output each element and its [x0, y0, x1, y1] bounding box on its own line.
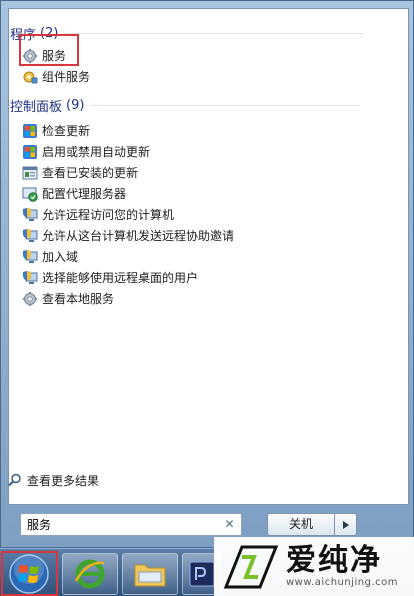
shutdown-options-button[interactable] [335, 513, 357, 536]
start-search-box[interactable]: ✕ [20, 513, 242, 536]
taskbar-internet-explorer[interactable] [62, 553, 118, 595]
group-header-control-panel: 控制面板 (9) [10, 96, 363, 115]
chevron-right-icon [342, 520, 349, 529]
result-item-remote-access[interactable]: 允许远程访问您的计算机 [22, 204, 382, 225]
search-input[interactable] [27, 517, 217, 532]
taskbar-file-explorer[interactable] [122, 553, 178, 595]
result-label: 加入域 [42, 250, 79, 264]
see-more-label: 查看更多结果 [27, 473, 100, 488]
result-label: 允许从这台计算机发送远程协助邀请 [42, 229, 235, 243]
close-icon[interactable]: ✕ [223, 518, 236, 531]
result-item-join-domain[interactable]: 加入域 [22, 246, 382, 267]
result-label: 检查更新 [42, 124, 91, 138]
result-label: 组件服务 [42, 70, 91, 84]
see-more-results-link[interactable]: 查看更多结果 [8, 471, 99, 489]
windows-update-icon [23, 144, 37, 159]
shield-computer-icon [23, 228, 38, 242]
result-item-auto-update[interactable]: 启用或禁用自动更新 [22, 141, 382, 162]
result-item-installed-updates[interactable]: 查看已安装的更新 [22, 162, 382, 183]
watermark-title: 爱纯净 [286, 543, 382, 578]
watermark: 爱纯净 www.aichunjing.com [214, 537, 414, 596]
shield-computer-icon [23, 270, 38, 284]
watermark-url: www.aichunjing.com [286, 577, 398, 588]
windows-update-icon [23, 123, 37, 138]
result-label: 查看已安装的更新 [42, 166, 139, 180]
component-services-icon [23, 71, 38, 83]
services-highlight-box [19, 34, 79, 66]
shield-computer-icon [23, 249, 38, 263]
result-label: 配置代理服务器 [42, 187, 127, 201]
result-item-proxy-server[interactable]: 配置代理服务器 [22, 183, 382, 204]
search-icon [8, 473, 21, 487]
result-label: 选择能够使用远程桌面的用户 [42, 271, 199, 285]
proxy-icon [22, 187, 38, 202]
start-button-highlight-box [1, 551, 58, 596]
result-item-remote-desktop-users[interactable]: 选择能够使用远程桌面的用户 [22, 267, 382, 288]
group-count: (9) [66, 97, 85, 113]
gear-icon [22, 291, 38, 306]
result-item-remote-assistance[interactable]: 允许从这台计算机发送远程协助邀请 [22, 225, 382, 246]
watermark-logo-icon [223, 545, 279, 588]
group-title: 控制面板 [10, 99, 63, 115]
shield-computer-icon [23, 207, 38, 221]
folder-icon [134, 564, 166, 587]
result-item-component-services[interactable]: 组件服务 [22, 66, 382, 87]
photoshop-icon [189, 561, 215, 587]
result-label: 查看本地服务 [42, 292, 115, 306]
installed-updates-icon [22, 166, 38, 179]
result-label: 允许远程访问您的计算机 [42, 208, 175, 222]
result-label: 启用或禁用自动更新 [42, 145, 151, 159]
result-item-check-updates[interactable]: 检查更新 [22, 120, 382, 141]
internet-explorer-icon [74, 559, 105, 589]
shutdown-button[interactable]: 关机 [267, 513, 335, 536]
result-item-local-services[interactable]: 查看本地服务 [22, 288, 382, 309]
